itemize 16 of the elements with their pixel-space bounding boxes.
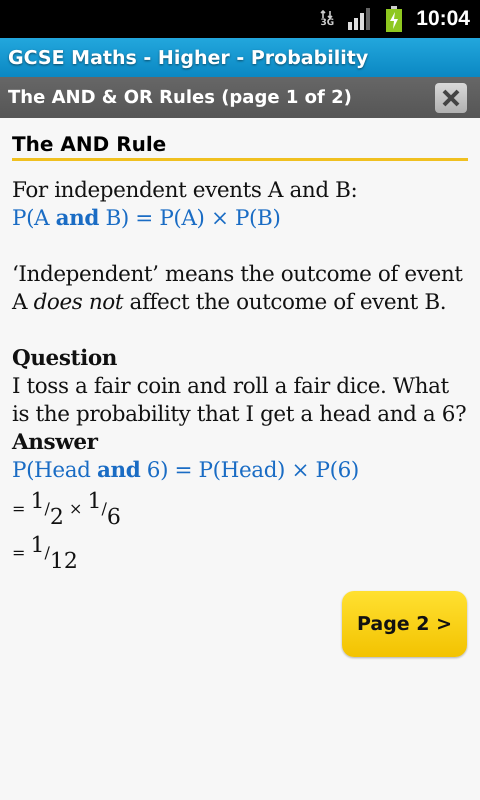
body-text: I toss a fair coin and roll a fair dice. What is the probability that I get a head and a 6? xyxy=(12,373,468,429)
close-icon xyxy=(441,88,461,108)
section-heading: The AND Rule xyxy=(12,132,168,158)
page-title: The AND & OR Rules (page 1 of 2) xyxy=(8,87,352,108)
battery-charging-icon xyxy=(386,6,402,32)
body-text: For independent events A and B: xyxy=(12,177,358,205)
subheading: Question xyxy=(12,345,118,373)
body-text: ‘Independent’ means the outcome of event A does not affect the outcome of event B. xyxy=(12,261,464,317)
formula: P(A and B) = P(A) × P(B) xyxy=(12,205,282,233)
formula: P(Head and 6) = P(Head) × P(6) xyxy=(12,457,360,485)
close-button[interactable] xyxy=(435,82,467,112)
app-title: GCSE Maths - Higher - Probability xyxy=(8,46,368,68)
signal-icon xyxy=(348,8,372,30)
subheading: Answer xyxy=(12,429,100,457)
clock-time: 10:04 xyxy=(416,7,470,31)
next-page-button[interactable]: Page 2 > xyxy=(342,591,467,657)
